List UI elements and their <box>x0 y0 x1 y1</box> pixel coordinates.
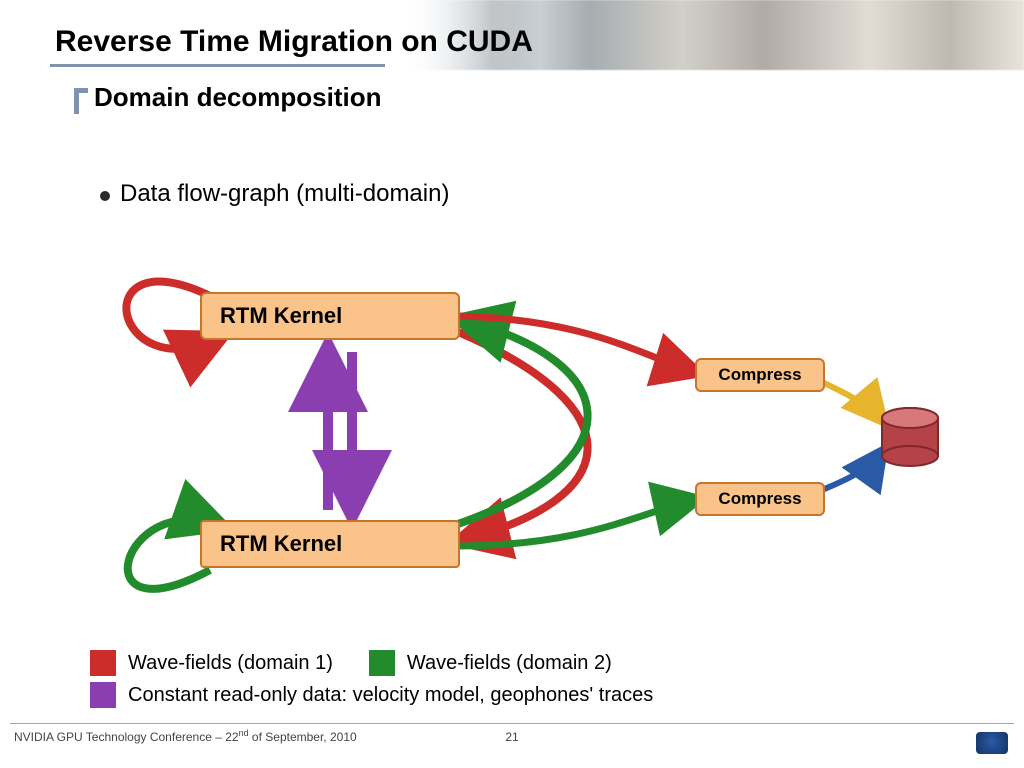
page-subtitle: Domain decomposition <box>94 82 381 112</box>
page-title: Reverse Time Migration on CUDA <box>55 25 533 59</box>
footer-ordinal: nd <box>239 728 249 738</box>
arrow-domain1-to-kernel2 <box>458 332 588 540</box>
rtm-kernel-box-1: RTM Kernel <box>200 292 460 340</box>
footer-text: NVIDIA GPU Technology Conference – 22nd … <box>14 728 357 744</box>
compress-label-1: Compress <box>718 365 801 385</box>
arrow-compress1-to-storage <box>822 382 882 420</box>
bullet-text: Data flow-graph (multi-domain) <box>120 180 449 208</box>
rtm-kernel-box-2: RTM Kernel <box>200 520 460 568</box>
legend-swatch-domain2 <box>369 650 395 676</box>
arrow-domain2-to-kernel1 <box>458 320 588 524</box>
storage-cylinder-icon <box>882 408 938 466</box>
legend-label-domain2: Wave-fields (domain 2) <box>407 652 612 675</box>
subtitle-tick-icon <box>74 88 88 114</box>
legend-label-domain1: Wave-fields (domain 1) <box>128 652 333 675</box>
footer-suffix: of September, 2010 <box>249 730 357 744</box>
legend-swatch-readonly <box>90 682 116 708</box>
compress-label-2: Compress <box>718 489 801 509</box>
arrow-kernel2-to-compress2 <box>460 500 695 546</box>
legend: Wave-fields (domain 1) Wave-fields (doma… <box>90 650 653 714</box>
compress-box-1: Compress <box>695 358 825 392</box>
legend-swatch-domain1 <box>90 650 116 676</box>
arrow-kernel1-to-compress1 <box>460 316 695 372</box>
footer-prefix: NVIDIA GPU Technology Conference – 22 <box>14 730 239 744</box>
page-number: 21 <box>505 730 518 744</box>
compress-box-2: Compress <box>695 482 825 516</box>
footer-logo-icon <box>976 732 1008 754</box>
title-underline <box>50 64 385 67</box>
rtm-kernel-label-2: RTM Kernel <box>220 531 342 557</box>
arrow-compress2-to-storage <box>822 452 882 490</box>
rtm-kernel-label-1: RTM Kernel <box>220 303 342 329</box>
legend-label-readonly: Constant read-only data: velocity model,… <box>128 684 653 707</box>
bullet-row: Data flow-graph (multi-domain) <box>100 180 449 208</box>
bullet-icon <box>100 191 110 201</box>
footer-divider <box>10 723 1014 724</box>
